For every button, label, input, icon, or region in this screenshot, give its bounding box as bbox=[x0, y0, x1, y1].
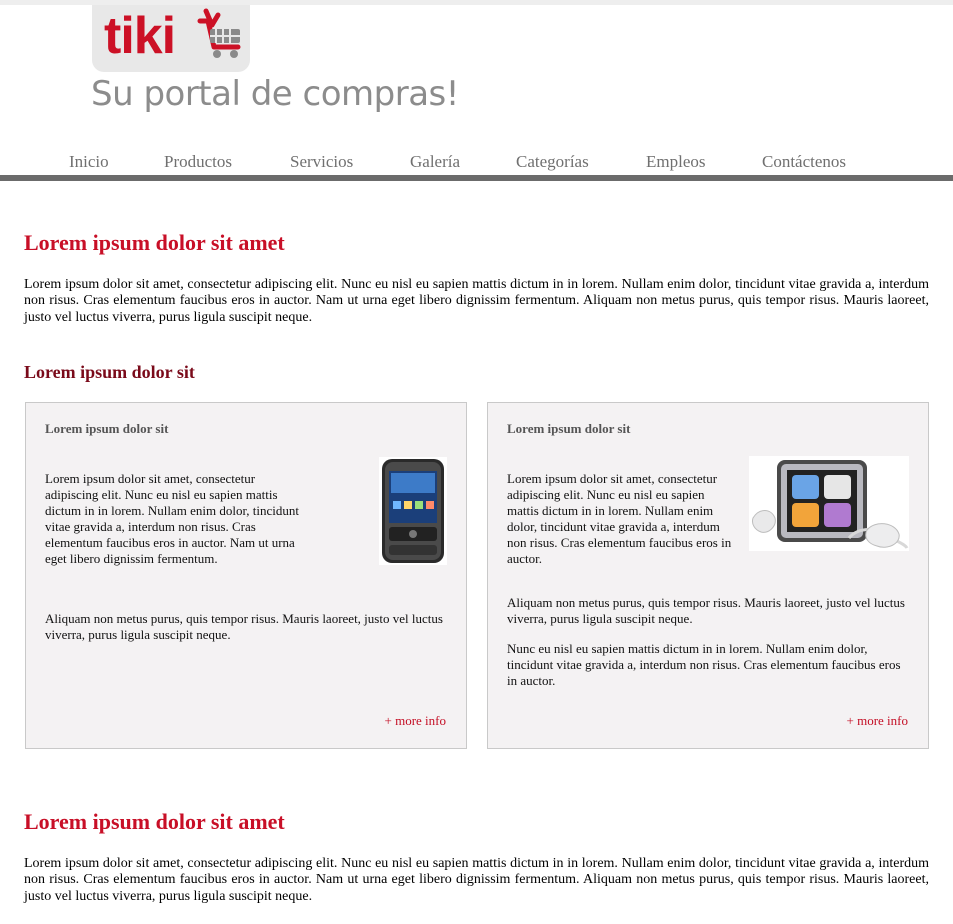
smartphone-image bbox=[379, 457, 447, 565]
section-title: Lorem ipsum dolor sit amet bbox=[24, 809, 285, 834]
more-info-link[interactable]: + more info bbox=[847, 713, 908, 729]
product-card: Lorem ipsum dolor sit Lorem ipsum dolor … bbox=[25, 402, 467, 749]
nav-item-empleos[interactable]: Empleos bbox=[646, 152, 706, 172]
section-text: Lorem ipsum dolor sit amet, consectetur … bbox=[24, 277, 929, 325]
ipod-image bbox=[749, 456, 909, 551]
nav-divider bbox=[0, 175, 953, 181]
card-text: Nunc eu nisl eu sapien mattis dictum in … bbox=[507, 641, 901, 688]
nav-item-inicio[interactable]: Inicio bbox=[69, 152, 109, 172]
tagline: Su portal de compras! bbox=[91, 74, 459, 114]
logo-text: tiki bbox=[104, 7, 176, 65]
card-text: Lorem ipsum dolor sit amet, consectetur … bbox=[45, 471, 300, 566]
nav-item-categorias[interactable]: Categorías bbox=[516, 152, 589, 172]
subsection-title: Lorem ipsum dolor sit bbox=[24, 362, 195, 382]
nav-item-servicios[interactable]: Servicios bbox=[290, 152, 353, 172]
card-title: Lorem ipsum dolor sit bbox=[507, 421, 631, 436]
shopping-cart-icon bbox=[197, 8, 241, 58]
more-info-link[interactable]: + more info bbox=[385, 713, 446, 729]
section-title: Lorem ipsum dolor sit amet bbox=[24, 230, 285, 255]
main-nav: Inicio Productos Servicios Galería Categ… bbox=[0, 148, 953, 176]
product-card: Lorem ipsum dolor sit Lorem ipsum dolor … bbox=[487, 402, 929, 749]
nav-item-galeria[interactable]: Galería bbox=[410, 152, 460, 172]
nav-item-productos[interactable]: Productos bbox=[164, 152, 232, 172]
card-text: Lorem ipsum dolor sit amet, consectetur … bbox=[507, 471, 732, 566]
nav-item-contactenos[interactable]: Contáctenos bbox=[762, 152, 846, 172]
card-text: Aliquam non metus purus, quis tempor ris… bbox=[45, 611, 443, 642]
card-text: Aliquam non metus purus, quis tempor ris… bbox=[507, 595, 905, 626]
card-title: Lorem ipsum dolor sit bbox=[45, 421, 169, 436]
section-text: Lorem ipsum dolor sit amet, consectetur … bbox=[24, 856, 929, 904]
logo[interactable]: tiki bbox=[92, 5, 250, 72]
